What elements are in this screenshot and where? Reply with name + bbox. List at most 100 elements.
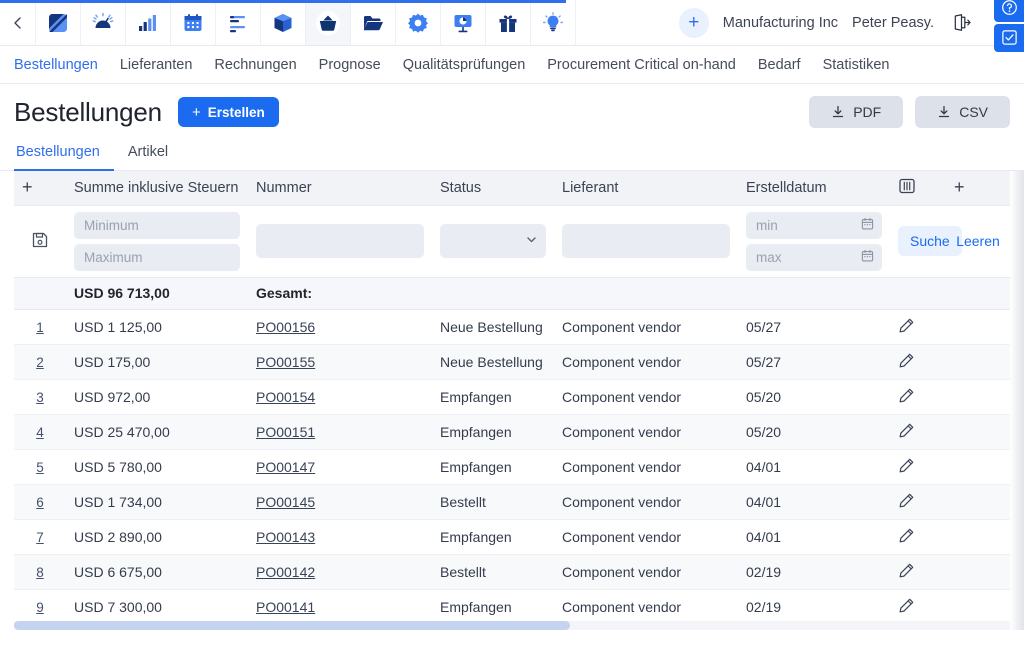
export-pdf-button[interactable]: PDF (809, 96, 904, 128)
horizontal-scrollbar[interactable] (14, 621, 1010, 630)
logout-button[interactable] (948, 10, 974, 36)
quick-add-button[interactable]: + (678, 7, 709, 38)
edit-row-button[interactable] (898, 422, 915, 439)
filter-clear-cell: Leeren (946, 205, 1010, 278)
column-header-status[interactable]: Status (432, 171, 554, 206)
row-index-link[interactable]: 4 (36, 425, 44, 440)
toolbar-item-tasks[interactable] (216, 0, 261, 45)
section-nav-item-bestellungen[interactable]: Bestellungen (14, 57, 109, 73)
help-button[interactable] (994, 0, 1024, 22)
table-row[interactable]: 7 USD 2 890,00 PO00143 Empfangen Component v… (14, 519, 1010, 555)
row-number-link[interactable]: PO00141 (256, 599, 315, 615)
filter-supplier-input[interactable] (562, 224, 730, 258)
table-row[interactable]: 9 USD 7 300,00 PO00141 Empfangen Component v… (14, 589, 1010, 625)
edit-row-button[interactable] (898, 457, 915, 474)
table-row[interactable]: 6 USD 1 734,00 PO00145 Bestellt Component ve… (14, 484, 1010, 520)
organization-name[interactable]: Manufacturing Inc (723, 15, 838, 31)
export-csv-button[interactable]: CSV (915, 96, 1010, 128)
edit-row-button[interactable] (898, 492, 915, 509)
row-supplier-cell: Component vendor (554, 589, 738, 625)
table-row[interactable]: 5 USD 5 780,00 PO00147 Empfangen Component v… (14, 449, 1010, 485)
section-nav-item-statistiken[interactable]: Statistiken (812, 57, 901, 73)
column-header-supplier[interactable]: Lieferant (554, 171, 738, 206)
row-index-link[interactable]: 7 (36, 530, 44, 545)
edit-row-button[interactable] (898, 597, 915, 614)
toolbar-item-reports[interactable] (126, 0, 171, 45)
column-header-columns-toggle[interactable] (890, 171, 946, 206)
toolbar-item-dashboard[interactable] (36, 0, 81, 45)
filter-sum-max-input[interactable] (74, 243, 240, 271)
filter-number-input[interactable] (256, 224, 424, 258)
row-number-link[interactable]: PO00142 (256, 564, 315, 580)
filter-sum-min-input[interactable] (74, 211, 240, 239)
row-index-cell: 1 (14, 309, 66, 345)
tab-artikel[interactable]: Artikel (114, 138, 182, 171)
table-row[interactable]: 1 USD 1 125,00 PO00156 Neue Bestellung Compo… (14, 309, 1010, 345)
row-created-cell: 02/19 (738, 589, 890, 625)
filter-date-max-input[interactable] (746, 243, 882, 271)
tasks-button[interactable] (994, 23, 1024, 52)
section-nav-item-prognose[interactable]: Prognose (308, 57, 392, 73)
toolbar-item-metrics[interactable] (81, 0, 126, 45)
toolbar-item-analytics[interactable] (441, 0, 486, 45)
save-filter-button[interactable] (31, 231, 49, 249)
row-index-link[interactable]: 3 (36, 390, 44, 405)
column-header-sum[interactable]: Summe inklusive Steuern (66, 171, 248, 206)
toolbar-item-products[interactable] (261, 0, 306, 45)
tab-bestellungen[interactable]: Bestellungen (14, 138, 114, 171)
back-button[interactable] (0, 0, 36, 45)
row-number-link[interactable]: PO00151 (256, 424, 315, 440)
table-row[interactable]: 4 USD 25 470,00 PO00151 Empfangen Component … (14, 414, 1010, 450)
toolbar-item-calendar[interactable] (171, 0, 216, 45)
row-number-link[interactable]: PO00155 (256, 354, 315, 370)
row-number-link[interactable]: PO00143 (256, 529, 315, 545)
row-index-link[interactable]: 6 (36, 495, 44, 510)
add-column-left-icon[interactable]: + (22, 178, 33, 196)
section-nav-item-qualitaetspruefungen[interactable]: Qualitätsprüfungen (392, 57, 537, 73)
row-index-link[interactable]: 5 (36, 460, 44, 475)
toolbar-right-group: + Manufacturing Inc Peter Peasy. (671, 0, 1024, 52)
row-number-link[interactable]: PO00145 (256, 494, 315, 510)
clear-filters-button[interactable]: Leeren (956, 233, 1000, 249)
pencil-icon (899, 388, 914, 402)
row-index-link[interactable]: 8 (36, 565, 44, 580)
create-button[interactable]: + Erstellen (177, 97, 279, 127)
table-row[interactable]: 2 USD 175,00 PO00155 Neue Bestellung Compone… (14, 344, 1010, 380)
search-button[interactable]: Suche (898, 226, 962, 256)
row-sum-cell: USD 1 125,00 (66, 309, 248, 345)
horizontal-scrollbar-thumb[interactable] (14, 621, 570, 630)
row-number-link[interactable]: PO00156 (256, 319, 315, 335)
edit-row-button[interactable] (898, 387, 915, 404)
column-header-number[interactable]: Nummer (248, 171, 432, 206)
row-index-link[interactable]: 9 (36, 600, 44, 615)
column-header-created[interactable]: Erstelldatum (738, 171, 890, 206)
filter-date-min-input[interactable] (746, 211, 882, 239)
edit-row-button[interactable] (898, 527, 915, 544)
table-row[interactable]: 3 USD 972,00 PO00154 Empfangen Component ven… (14, 379, 1010, 415)
totals-status-cell (432, 277, 554, 310)
edit-row-button[interactable] (898, 562, 915, 579)
toolbar-item-purchasing[interactable] (306, 0, 351, 45)
toolbar-item-ideas[interactable] (531, 0, 576, 45)
filter-number-cell (248, 205, 432, 278)
section-nav-item-bedarf[interactable]: Bedarf (747, 57, 812, 73)
section-nav-item-procurement-critical-on-hand[interactable]: Procurement Critical on-hand (536, 57, 747, 73)
row-number-link[interactable]: PO00154 (256, 389, 315, 405)
section-nav-item-lieferanten[interactable]: Lieferanten (109, 57, 204, 73)
toolbar-accent-strip (0, 0, 566, 3)
section-nav-item-rechnungen[interactable]: Rechnungen (203, 57, 307, 73)
toolbar-item-files[interactable] (351, 0, 396, 45)
add-column-right-icon[interactable]: + (954, 178, 965, 196)
row-index-link[interactable]: 1 (36, 320, 44, 335)
toolbar-item-offers[interactable] (486, 0, 531, 45)
toolbar-item-settings[interactable] (396, 0, 441, 45)
filter-status-select[interactable] (440, 224, 546, 258)
edit-row-button[interactable] (898, 352, 915, 369)
column-header-add[interactable]: + (946, 171, 1010, 206)
row-index-link[interactable]: 2 (36, 355, 44, 370)
table-row[interactable]: 8 USD 6 675,00 PO00142 Bestellt Component ve… (14, 554, 1010, 590)
edit-row-button[interactable] (898, 317, 915, 334)
user-name[interactable]: Peter Peasy. (852, 15, 934, 31)
filter-status-cell (432, 205, 554, 278)
row-number-link[interactable]: PO00147 (256, 459, 315, 475)
